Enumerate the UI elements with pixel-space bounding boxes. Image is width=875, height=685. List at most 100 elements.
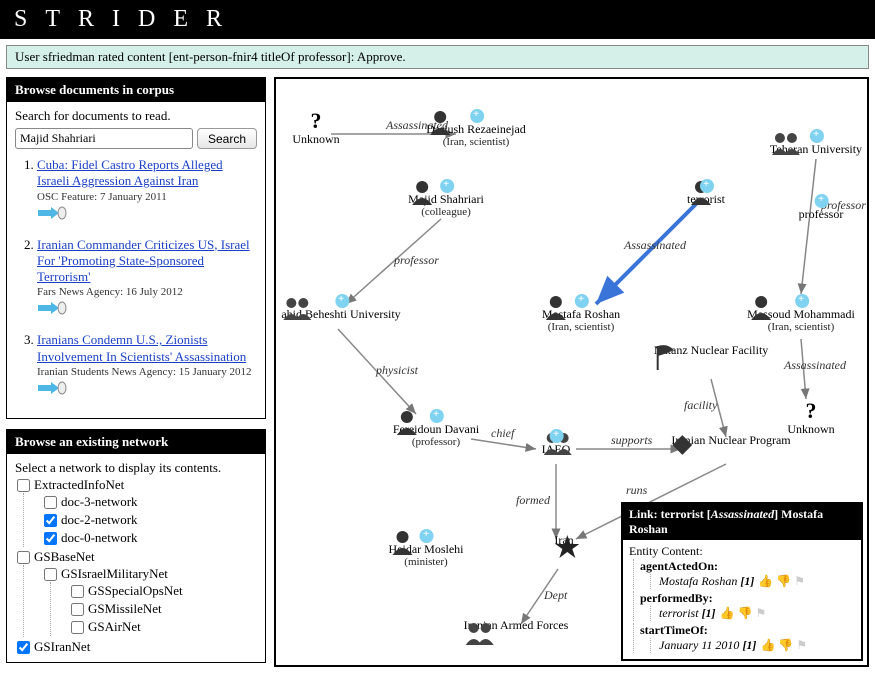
node-org[interactable]: ahid Beheshti University	[281, 294, 400, 321]
node-person[interactable]: Massoud Mohammadi (Iran, scientist)	[747, 294, 855, 334]
svg-text:Dept: Dept	[543, 588, 568, 602]
svg-text:physicist: physicist	[375, 363, 419, 377]
node-person[interactable]: Mostafa Roshan (Iran, scientist)	[542, 294, 620, 334]
tree-label[interactable]: GSSpecialOpsNet	[88, 583, 183, 598]
doc-source: Iranian Students News Agency: 15 January…	[37, 366, 257, 378]
open-doc-icon[interactable]	[37, 300, 257, 320]
svg-text:Assassinated: Assassinated	[623, 238, 687, 252]
doc-link[interactable]: Iranians Condemn U.S., Zionists Involvem…	[37, 332, 257, 365]
tree-label[interactable]: GSIranNet	[34, 639, 90, 654]
detail-key: agentActedOn:	[640, 559, 718, 573]
node-person[interactable]: Heidar Moslehi (minister)	[389, 529, 464, 569]
tree-label[interactable]: doc-0-network	[61, 530, 138, 545]
detail-value: terrorist	[659, 606, 699, 620]
add-icon[interactable]	[795, 294, 809, 308]
detail-value: January 11 2010	[659, 638, 739, 652]
link-details-panel: Link: terrorist [Assassinated] Mostafa R…	[621, 502, 863, 661]
doc-source: Fars News Agency: 16 July 2012	[37, 286, 257, 298]
doc-result: Cuba: Fidel Castro Reports Alleged Israe…	[37, 157, 257, 225]
tree-label[interactable]: GSIsraelMilitaryNet	[61, 566, 168, 581]
tree-checkbox[interactable]	[44, 532, 57, 545]
node-person[interactable]: Dariush Rezaeinejad (Iran, scientist)	[426, 109, 526, 149]
add-icon[interactable]	[810, 129, 824, 143]
add-icon[interactable]	[575, 294, 589, 308]
node-org[interactable]: IAEO	[542, 429, 571, 456]
add-icon[interactable]	[430, 409, 444, 423]
doc-source: OSC Feature: 7 January 2011	[37, 191, 257, 203]
flag-icon	[654, 344, 676, 370]
search-button[interactable]: Search	[197, 128, 257, 149]
open-doc-icon[interactable]	[37, 205, 257, 225]
tree-label[interactable]: doc-2-network	[61, 512, 138, 527]
person-icon	[747, 294, 775, 320]
tree-label[interactable]: GSAirNet	[88, 619, 141, 634]
doc-link[interactable]: Iranian Commander Criticizes US, Israel …	[37, 237, 257, 286]
node-unknown[interactable]: ? Unknown	[787, 399, 834, 436]
tree-checkbox[interactable]	[44, 568, 57, 581]
add-icon[interactable]	[470, 109, 484, 123]
vote-icons[interactable]: 👍 👎 ⚑	[720, 606, 767, 620]
graph-canvas[interactable]: Assassinated professor Assassinated prof…	[274, 77, 869, 667]
person-icon	[426, 109, 454, 135]
doc-result: Iranians Condemn U.S., Zionists Involvem…	[37, 332, 257, 400]
svg-text:chief: chief	[491, 426, 516, 440]
person-icon	[408, 179, 436, 205]
tree-label[interactable]: GSMissileNet	[88, 601, 162, 616]
link-details-header: Link: terrorist [Assassinated] Mostafa R…	[623, 504, 861, 540]
vote-icons[interactable]: 👍 👎 ⚑	[758, 574, 805, 588]
tree-checkbox[interactable]	[44, 514, 57, 527]
detail-value: Mostafa Roshan	[659, 574, 737, 588]
svg-text:supports: supports	[611, 433, 653, 447]
node-org[interactable]: Iranian Armed Forces	[464, 619, 569, 632]
node-unknown[interactable]: ? Unknown	[292, 109, 339, 146]
group-icon	[770, 129, 804, 155]
vote-icons[interactable]: 👍 👎 ⚑	[760, 638, 807, 652]
add-icon[interactable]	[335, 294, 349, 308]
node-org[interactable]: Teheran University	[770, 129, 862, 156]
svg-text:Assassinated: Assassinated	[783, 358, 847, 372]
question-icon: ?	[292, 109, 339, 133]
tree-checkbox[interactable]	[17, 479, 30, 492]
tree-checkbox[interactable]	[17, 641, 30, 654]
tree-label[interactable]: GSBaseNet	[34, 549, 95, 564]
browse-documents-panel: Browse documents in corpus Search for do…	[6, 77, 266, 419]
app-title: STRIDER	[0, 0, 875, 39]
question-icon: ?	[787, 399, 834, 423]
status-notice: User sfriedman rated content [ent-person…	[6, 45, 869, 69]
node-country[interactable]: Iran	[554, 534, 573, 547]
node-person[interactable]: Majid Shahriari (colleague)	[408, 179, 484, 219]
svg-text:runs: runs	[626, 483, 648, 497]
open-doc-icon[interactable]	[37, 380, 257, 400]
doc-link[interactable]: Cuba: Fidel Castro Reports Alleged Israe…	[37, 157, 257, 190]
browse-network-panel: Browse an existing network Select a netw…	[6, 429, 266, 663]
node-role[interactable]: professor	[799, 194, 844, 221]
tree-checkbox[interactable]	[71, 603, 84, 616]
add-icon[interactable]	[440, 179, 454, 193]
group-icon	[281, 294, 315, 320]
tree-checkbox[interactable]	[71, 621, 84, 634]
person-icon	[389, 529, 417, 555]
node-program[interactable]: Iranian Nuclear Program	[671, 434, 790, 447]
person-icon	[542, 294, 570, 320]
search-prompt: Search for documents to read.	[15, 108, 257, 124]
tree-label[interactable]: ExtractedInfoNet	[34, 477, 124, 492]
tree-label[interactable]: doc-3-network	[61, 494, 138, 509]
detail-key: startTimeOf:	[640, 623, 708, 637]
svg-text:formed: formed	[516, 493, 551, 507]
svg-text:facility: facility	[684, 398, 718, 412]
browse-documents-header: Browse documents in corpus	[7, 78, 265, 102]
node-place[interactable]: Natanz Nuclear Facility	[654, 344, 769, 357]
add-icon[interactable]	[420, 529, 434, 543]
person-icon	[393, 409, 421, 435]
tree-checkbox[interactable]	[44, 496, 57, 509]
tree-checkbox[interactable]	[71, 585, 84, 598]
network-tree: ExtractedInfoNet doc-3-network doc-2-net…	[15, 476, 257, 656]
browse-network-header: Browse an existing network	[7, 430, 265, 454]
add-icon[interactable]	[815, 194, 829, 208]
group-icon	[464, 619, 498, 645]
tree-checkbox[interactable]	[17, 551, 30, 564]
node-person[interactable]: terrorist	[687, 179, 725, 206]
node-person[interactable]: Fereidoun Davani (professor)	[393, 409, 479, 449]
search-input[interactable]	[15, 128, 193, 149]
diamond-icon	[671, 434, 693, 456]
